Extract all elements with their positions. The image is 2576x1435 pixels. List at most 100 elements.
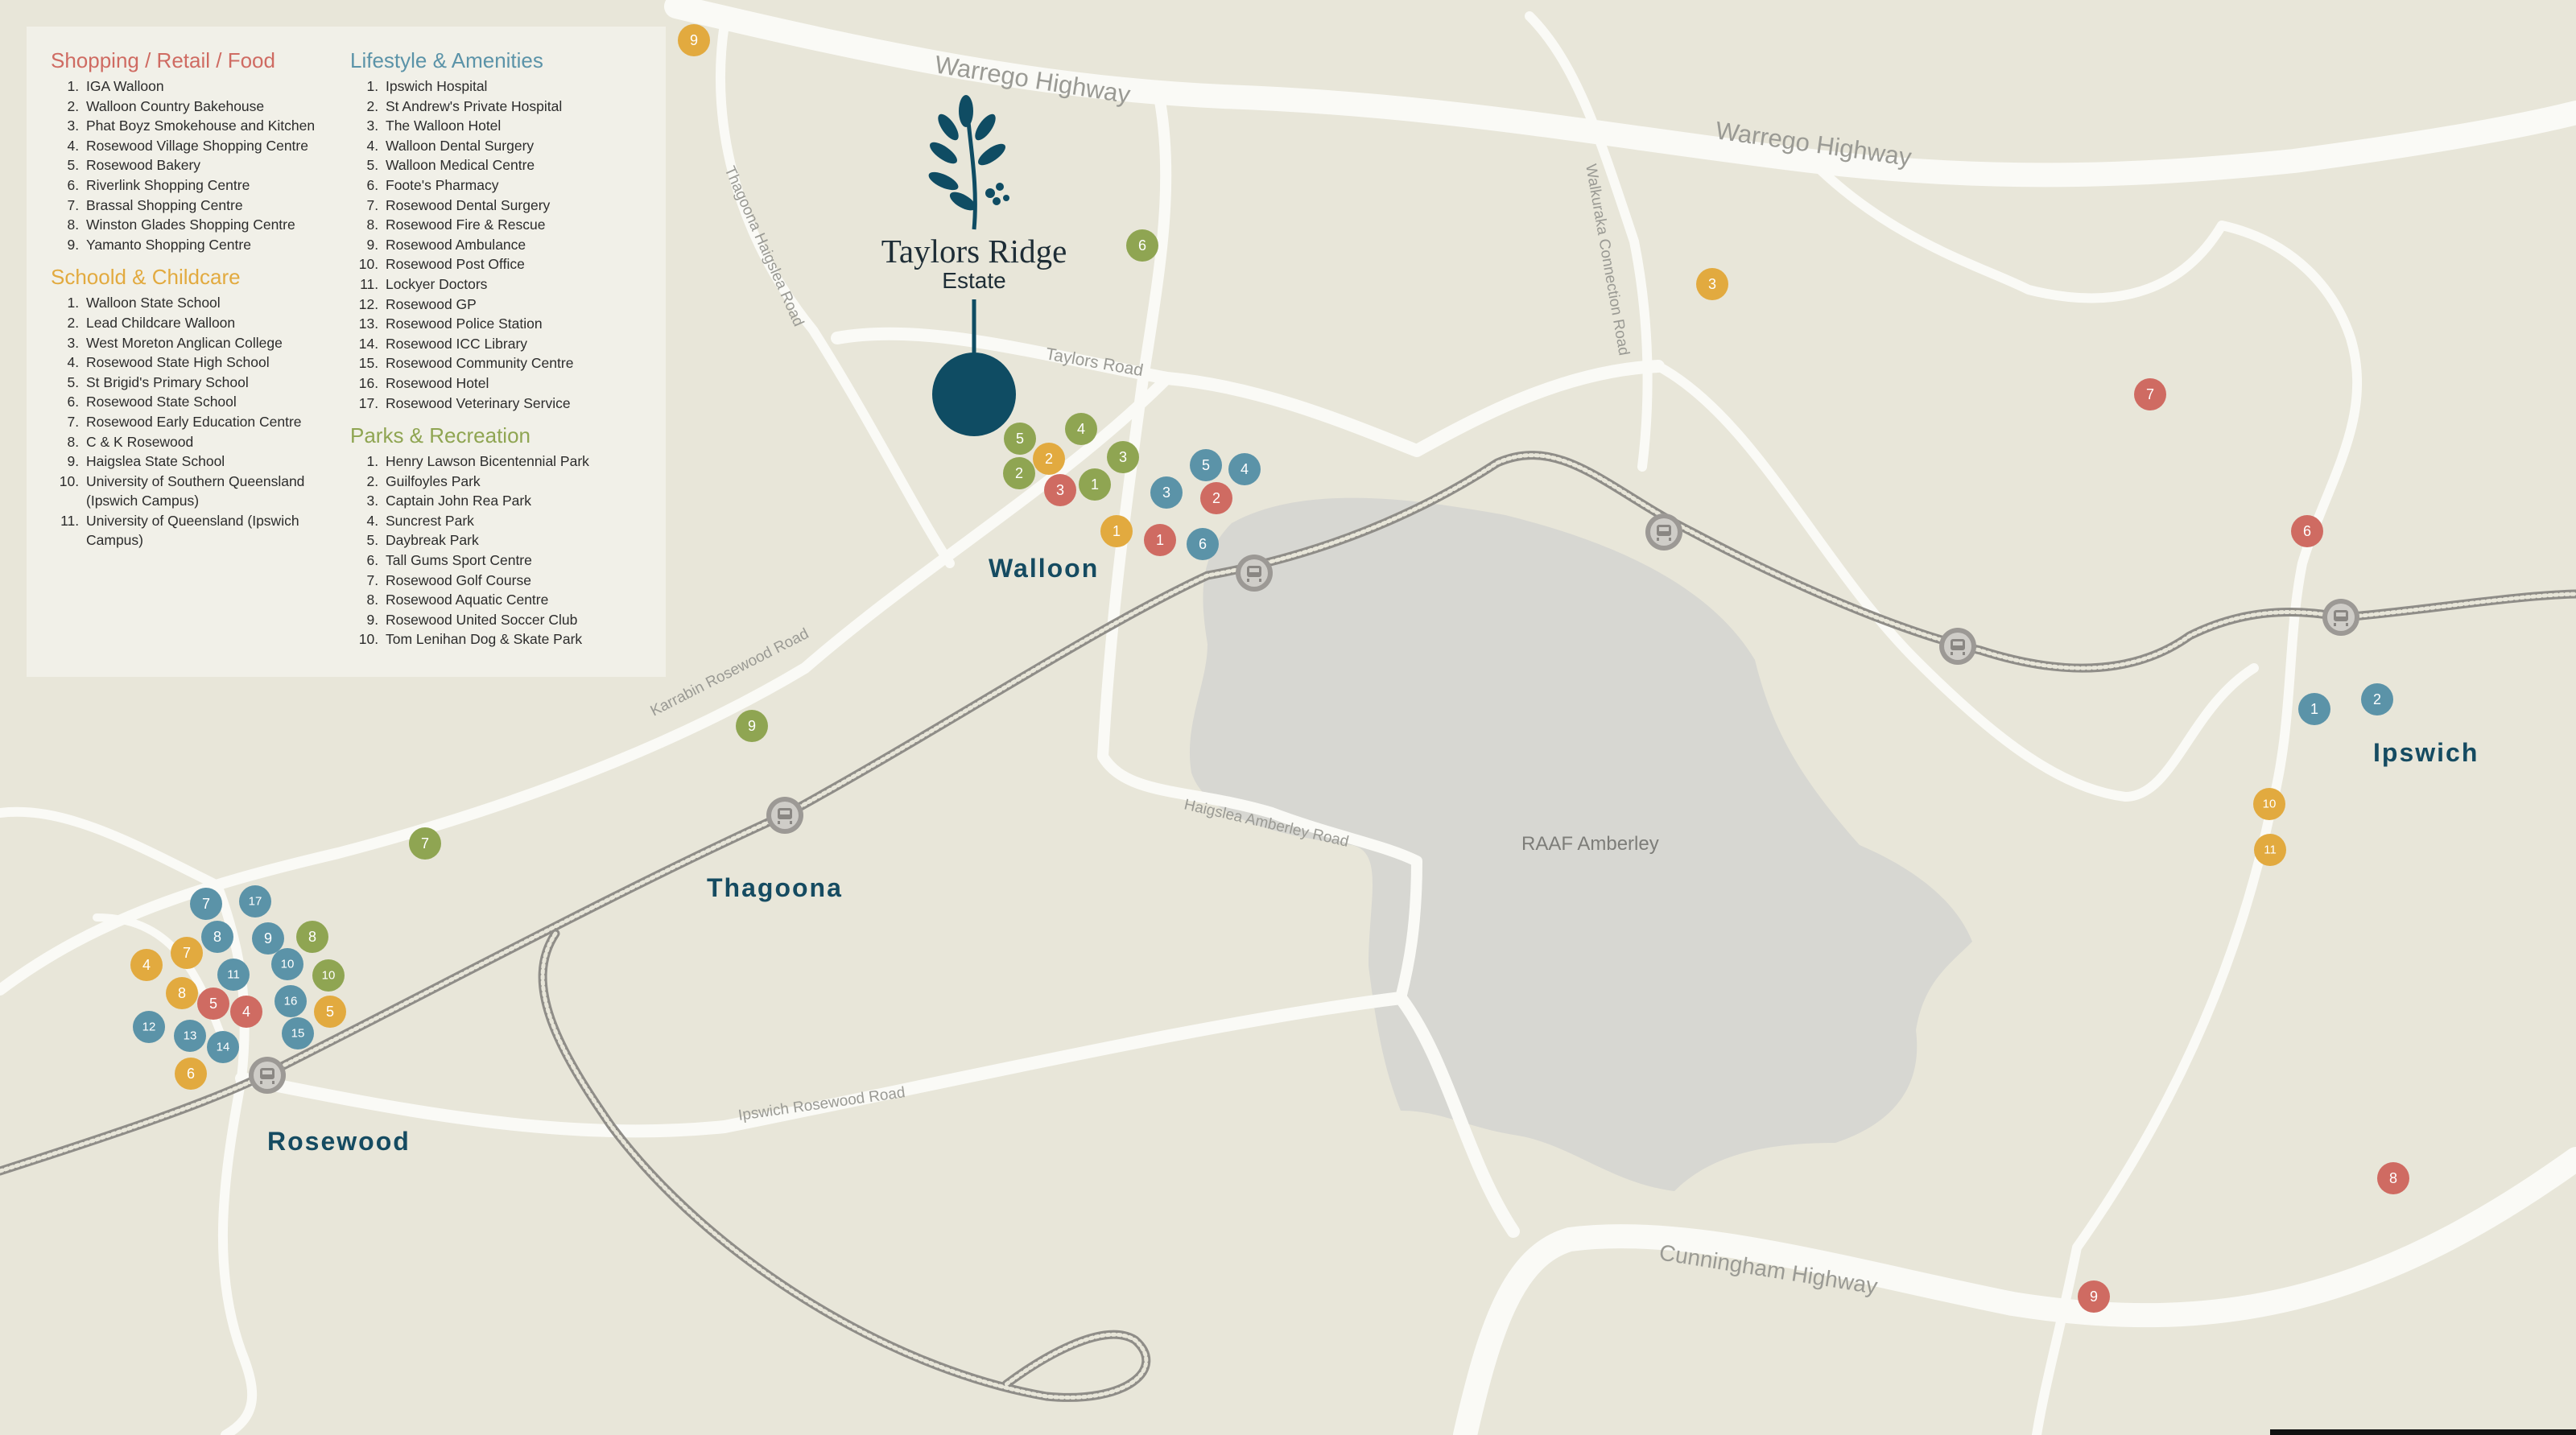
amenity-marker-shopping[interactable]: 3 bbox=[1044, 474, 1076, 506]
marker-number: 12 bbox=[142, 1021, 156, 1034]
amenity-marker-lifestyle[interactable]: 8 bbox=[201, 921, 233, 953]
amenity-marker-lifestyle[interactable]: 5 bbox=[1190, 449, 1222, 481]
amenity-marker-lifestyle[interactable]: 11 bbox=[217, 959, 250, 991]
amenity-marker-schools[interactable]: 10 bbox=[2253, 788, 2285, 820]
legend-item: Rosewood Early Education Centre bbox=[83, 412, 324, 432]
amenity-marker-parks[interactable]: 1 bbox=[1079, 468, 1111, 501]
train-station-icon bbox=[766, 797, 803, 834]
legend-item: Brassal Shopping Centre bbox=[83, 196, 324, 216]
amenity-marker-shopping[interactable]: 7 bbox=[2134, 378, 2166, 410]
legend-item: St Andrew's Private Hospital bbox=[382, 97, 642, 117]
legend-schools-title: Schoold & Childcare bbox=[51, 265, 241, 290]
legend-item: Tom Lenihan Dog & Skate Park bbox=[382, 629, 642, 649]
legend-item: C & K Rosewood bbox=[83, 432, 324, 452]
amenity-marker-schools[interactable]: 1 bbox=[1100, 515, 1133, 547]
marker-number: 9 bbox=[2090, 1289, 2098, 1305]
amenity-marker-lifestyle[interactable]: 16 bbox=[275, 985, 307, 1017]
train-station-icon bbox=[249, 1057, 286, 1094]
legend-item: West Moreton Anglican College bbox=[83, 333, 324, 353]
marker-number: 6 bbox=[1138, 237, 1146, 254]
amenity-marker-schools[interactable]: 8 bbox=[166, 977, 198, 1009]
legend-lifestyle-list: Ipswich HospitalSt Andrew's Private Hosp… bbox=[350, 76, 642, 413]
train-station-icon bbox=[1939, 628, 1976, 665]
legend-parks-list: Henry Lawson Bicentennial ParkGuilfoyles… bbox=[350, 452, 642, 649]
amenity-marker-schools[interactable]: 3 bbox=[1696, 268, 1728, 300]
marker-number: 4 bbox=[242, 1004, 250, 1020]
marker-number: 9 bbox=[690, 32, 698, 48]
legend-item: Ipswich Hospital bbox=[382, 76, 642, 97]
train-station-icon bbox=[1236, 555, 1273, 592]
amenity-marker-parks[interactable]: 8 bbox=[296, 921, 328, 953]
legend-item: Rosewood Veterinary Service bbox=[382, 394, 642, 414]
amenity-marker-lifestyle[interactable]: 17 bbox=[239, 885, 271, 917]
legend-schools-list: Walloon State SchoolLead Childcare Wallo… bbox=[51, 293, 324, 550]
legend-item: Rosewood Bakery bbox=[83, 155, 324, 175]
amenity-marker-lifestyle[interactable]: 2 bbox=[2361, 683, 2393, 715]
amenity-marker-parks[interactable]: 4 bbox=[1065, 413, 1097, 445]
amenity-marker-lifestyle[interactable]: 7 bbox=[190, 888, 222, 920]
legend-item: Rosewood State High School bbox=[83, 353, 324, 373]
amenity-marker-lifestyle[interactable]: 15 bbox=[282, 1017, 314, 1049]
legend-item: Rosewood Post Office bbox=[382, 254, 642, 274]
amenity-marker-parks[interactable]: 10 bbox=[312, 959, 345, 992]
legend-column-right: Lifestyle & Amenities Ipswich HospitalSt… bbox=[350, 47, 642, 656]
marker-number: 6 bbox=[187, 1066, 195, 1082]
amenity-marker-shopping[interactable]: 5 bbox=[197, 988, 229, 1020]
train-station-icon bbox=[2322, 599, 2359, 636]
marker-number: 5 bbox=[209, 996, 217, 1012]
amenity-marker-schools[interactable]: 7 bbox=[171, 937, 203, 969]
estate-title: Taylors Ridge bbox=[881, 233, 1067, 270]
bottom-bar bbox=[2270, 1429, 2576, 1435]
legend-item: Rosewood GP bbox=[382, 295, 642, 315]
estate-location-pin[interactable] bbox=[932, 353, 1016, 436]
amenity-marker-schools[interactable]: 5 bbox=[314, 996, 346, 1028]
legend-item: Walloon State School bbox=[83, 293, 324, 313]
legend-item: Captain John Rea Park bbox=[382, 491, 642, 511]
amenity-marker-parks[interactable]: 9 bbox=[736, 710, 768, 742]
amenity-marker-shopping[interactable]: 8 bbox=[2377, 1162, 2409, 1194]
amenity-marker-schools[interactable]: 2 bbox=[1033, 443, 1065, 475]
amenity-marker-parks[interactable]: 6 bbox=[1126, 229, 1158, 262]
amenity-marker-lifestyle[interactable]: 3 bbox=[1150, 476, 1183, 509]
legend-item: IGA Walloon bbox=[83, 76, 324, 97]
amenity-marker-lifestyle[interactable]: 14 bbox=[207, 1031, 239, 1063]
marker-number: 8 bbox=[178, 985, 186, 1001]
amenity-marker-parks[interactable]: 2 bbox=[1003, 457, 1035, 489]
amenity-marker-schools[interactable]: 4 bbox=[130, 949, 163, 981]
amenity-marker-schools[interactable]: 11 bbox=[2254, 834, 2286, 866]
amenity-marker-parks[interactable]: 5 bbox=[1004, 423, 1036, 455]
amenity-marker-lifestyle[interactable]: 13 bbox=[174, 1020, 206, 1052]
amenity-marker-shopping[interactable]: 9 bbox=[2078, 1280, 2110, 1313]
amenity-marker-lifestyle[interactable]: 10 bbox=[271, 948, 303, 980]
legend-parks-title: Parks & Recreation bbox=[350, 423, 530, 448]
marker-number: 5 bbox=[1016, 431, 1024, 447]
marker-number: 4 bbox=[142, 957, 151, 973]
marker-number: 7 bbox=[202, 896, 210, 912]
marker-number: 10 bbox=[281, 958, 295, 971]
amenity-marker-shopping[interactable]: 4 bbox=[230, 996, 262, 1028]
amenity-marker-parks[interactable]: 7 bbox=[409, 827, 441, 860]
amenity-marker-shopping[interactable]: 6 bbox=[2291, 515, 2323, 547]
legend-shopping-list: IGA WalloonWalloon Country BakehousePhat… bbox=[51, 76, 324, 254]
amenity-marker-shopping[interactable]: 1 bbox=[1144, 524, 1176, 556]
amenity-marker-lifestyle[interactable]: 9 bbox=[252, 922, 284, 955]
legend-item: Rosewood State School bbox=[83, 392, 324, 412]
marker-number: 3 bbox=[1708, 276, 1716, 292]
amenity-marker-shopping[interactable]: 2 bbox=[1200, 482, 1232, 514]
legend-item: The Walloon Hotel bbox=[382, 116, 642, 136]
place-label-walloon: Walloon bbox=[989, 554, 1100, 583]
train-station-icon bbox=[1645, 513, 1682, 550]
amenity-marker-lifestyle[interactable]: 12 bbox=[133, 1011, 165, 1043]
amenity-marker-parks[interactable]: 3 bbox=[1107, 441, 1139, 473]
amenity-marker-lifestyle[interactable]: 4 bbox=[1228, 453, 1261, 485]
marker-number: 4 bbox=[1077, 421, 1085, 437]
amenity-marker-lifestyle[interactable]: 1 bbox=[2298, 693, 2330, 725]
marker-number: 3 bbox=[1119, 449, 1127, 465]
legend-item: Henry Lawson Bicentennial Park bbox=[382, 452, 642, 472]
place-label-thagoona: Thagoona bbox=[707, 873, 843, 902]
amenity-marker-lifestyle[interactable]: 6 bbox=[1187, 528, 1219, 560]
amenity-marker-schools[interactable]: 9 bbox=[678, 24, 710, 56]
legend-item: Lockyer Doctors bbox=[382, 274, 642, 295]
legend-item: Walloon Country Bakehouse bbox=[83, 97, 324, 117]
amenity-marker-schools[interactable]: 6 bbox=[175, 1058, 207, 1090]
